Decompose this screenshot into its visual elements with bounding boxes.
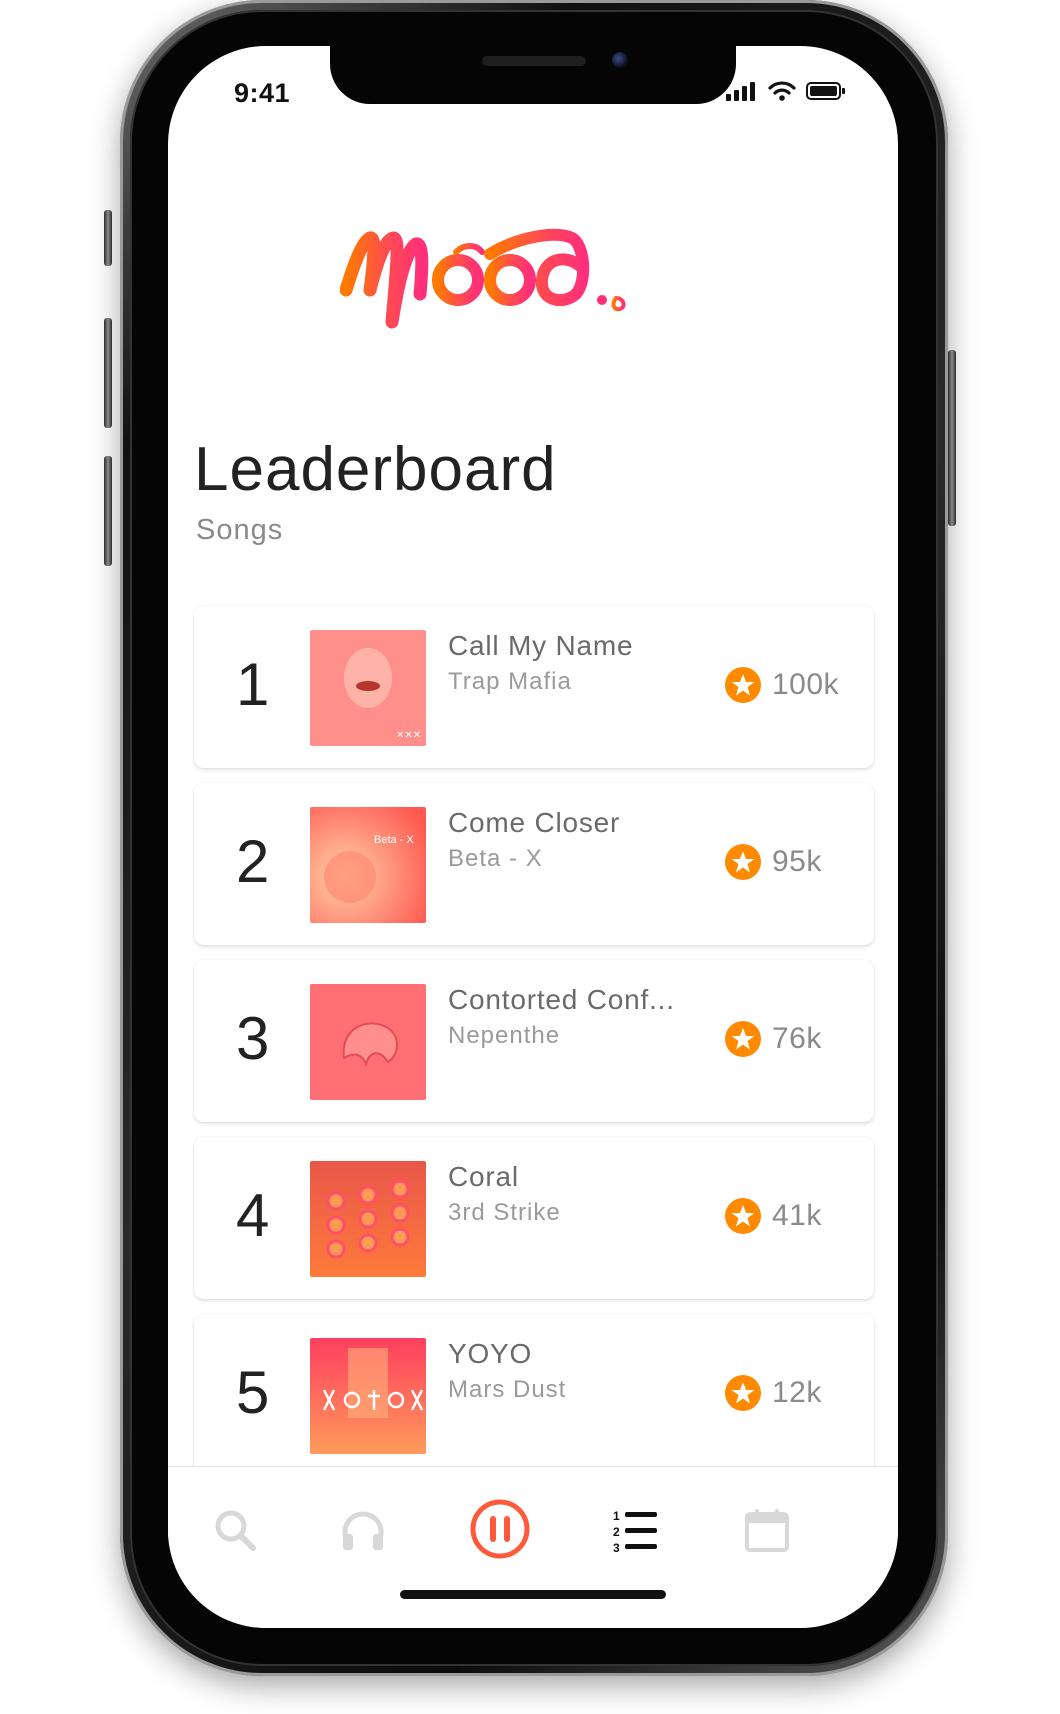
artist-name: Trap Mafia [448, 668, 572, 695]
score: 100k [724, 666, 839, 704]
headphones-icon [342, 1511, 384, 1550]
song-title: YOYO [448, 1338, 533, 1369]
power-button [948, 350, 956, 526]
rank-number: 2 [236, 828, 270, 895]
status-time: 9:41 [234, 78, 291, 108]
leaderboard-item[interactable]: 1 ✕✕✕ Call My Name Trap Mafia 100k [194, 606, 874, 768]
volume-up-button [104, 318, 112, 428]
song-title: Contorted Conf... [448, 984, 675, 1015]
status-icons [726, 80, 846, 102]
ranked-list-icon: 1 2 3 [613, 1509, 657, 1554]
svg-text:3: 3 [613, 1541, 620, 1554]
score: 76k [724, 1020, 822, 1058]
signal-icon [726, 82, 755, 101]
mute-switch [104, 210, 112, 266]
score-value: 100k [772, 668, 840, 701]
album-art [310, 1161, 426, 1277]
home-indicator[interactable] [400, 1590, 666, 1599]
artist-name: 3rd Strike [448, 1199, 561, 1226]
nav-player[interactable] [464, 1493, 536, 1565]
star-badge-icon [725, 1198, 761, 1234]
svg-text:✕✕✕: ✕✕✕ [396, 730, 421, 741]
rank-number: 3 [236, 1005, 270, 1072]
score-value: 41k [772, 1199, 822, 1232]
album-art [310, 984, 426, 1100]
star-badge-icon [725, 1021, 761, 1057]
mood-logo [339, 194, 640, 349]
star-badge-icon [725, 1375, 761, 1411]
album-art: ✕✕✕ [310, 630, 426, 746]
rank-number: 4 [236, 1182, 270, 1249]
svg-text:Beta - X: Beta - X [374, 834, 414, 846]
wifi-icon [768, 81, 796, 101]
score-value: 76k [772, 1022, 822, 1055]
page-title: Leaderboard [194, 435, 557, 504]
screen: 9:41 Leaderboard Songs 1 ✕✕✕ Call My Nam… [168, 46, 898, 1628]
volume-down-button [104, 456, 112, 566]
artist-name: Mars Dust [448, 1376, 567, 1403]
song-title: Come Closer [448, 807, 621, 838]
pause-icon [470, 1499, 530, 1559]
song-title: Coral [448, 1161, 519, 1192]
leaderboard-item[interactable]: 3 Contorted Conf... Nepenthe 76k [194, 960, 874, 1122]
front-camera [612, 52, 628, 68]
nav-listen[interactable] [328, 1495, 398, 1565]
star-badge-icon [725, 667, 761, 703]
leaderboard-item[interactable]: 4 Coral 3rd Strike 41k [194, 1137, 874, 1299]
score: 95k [724, 843, 822, 881]
search-icon [215, 1510, 256, 1551]
score-value: 12k [772, 1376, 822, 1409]
song-title: Call My Name [448, 630, 634, 661]
page-subtitle: Songs [196, 514, 284, 546]
artist-name: Beta - X [448, 845, 543, 872]
nav-search[interactable] [200, 1495, 270, 1565]
bottom-nav: 1 2 3 [168, 1466, 898, 1628]
notch [330, 46, 736, 104]
score: 41k [724, 1197, 822, 1235]
svg-text:2: 2 [613, 1525, 620, 1539]
nav-leaderboard[interactable]: 1 2 3 [600, 1495, 670, 1565]
calendar-icon [745, 1509, 789, 1552]
album-art [310, 1338, 426, 1454]
earpiece-speaker [482, 56, 586, 66]
battery-icon [806, 82, 845, 100]
rank-number: 1 [236, 651, 270, 718]
nav-calendar[interactable] [732, 1495, 802, 1565]
leaderboard-item[interactable]: 5 YOYO Mars Dust 12k [194, 1314, 874, 1476]
artist-name: Nepenthe [448, 1022, 561, 1049]
score: 12k [724, 1374, 822, 1412]
leaderboard-item[interactable]: 2 Beta - X Come Closer Beta - X 95k [194, 783, 874, 945]
score-value: 95k [772, 845, 822, 878]
rank-number: 5 [236, 1359, 270, 1426]
svg-text:1: 1 [613, 1509, 620, 1523]
star-badge-icon [725, 844, 761, 880]
album-art: Beta - X [310, 807, 426, 923]
